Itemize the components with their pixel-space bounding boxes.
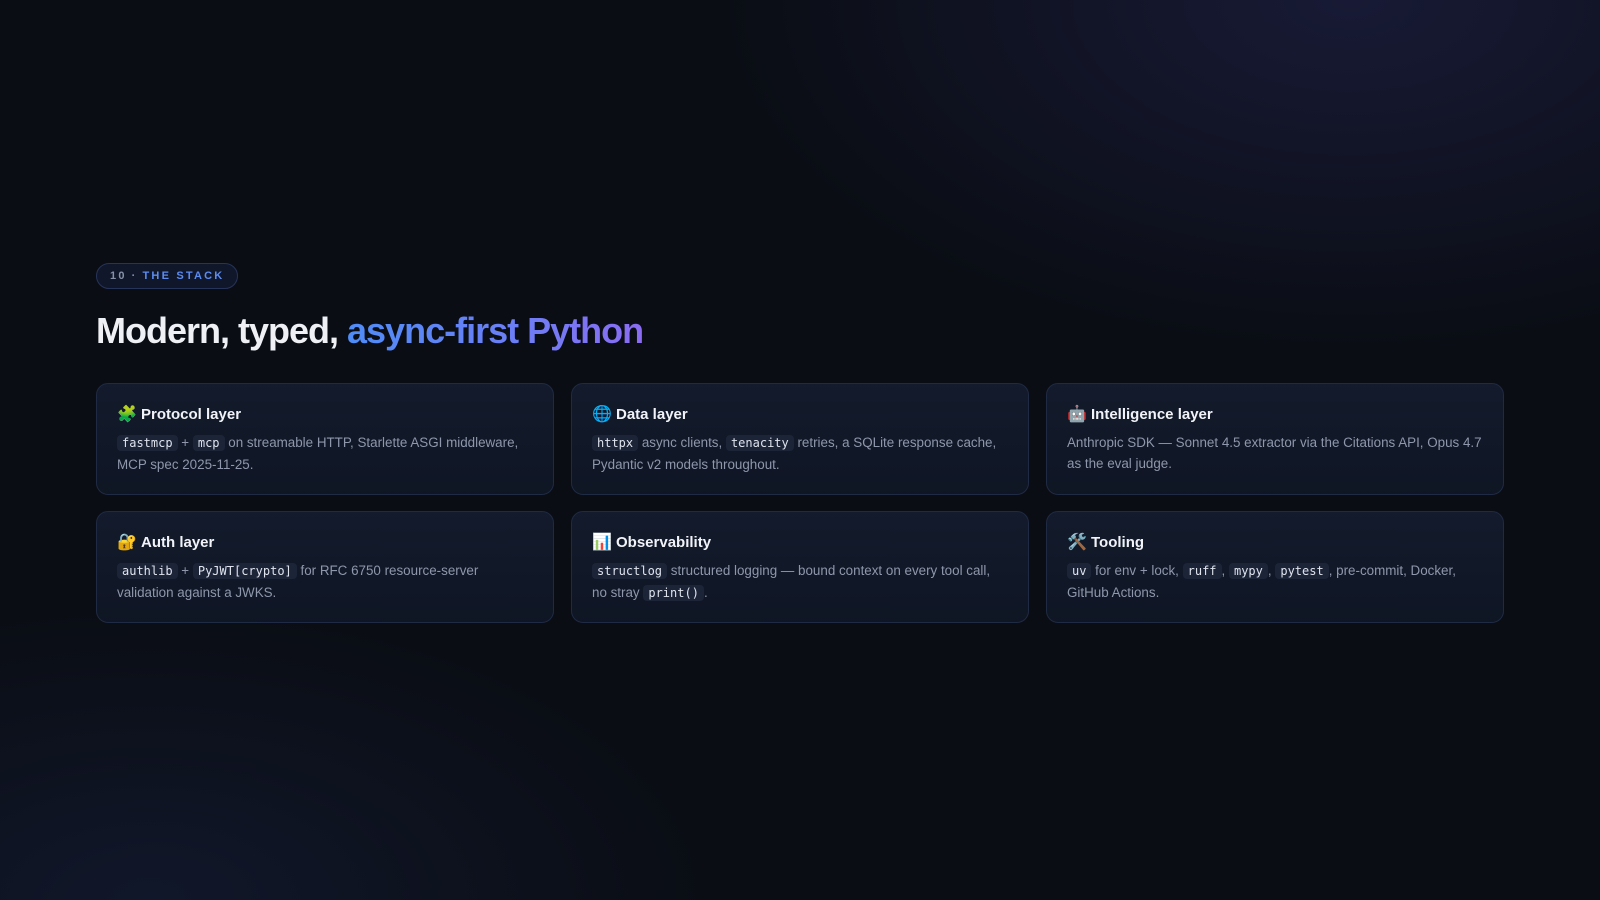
section-separator: · <box>131 270 138 282</box>
card-title: 🤖 Intelligence layer <box>1067 405 1483 425</box>
bar-chart-icon: 📊 <box>592 534 612 551</box>
description-text: . <box>703 585 708 600</box>
code-token: PyJWT[crypto] <box>192 563 297 579</box>
stack-card: 📊 Observability structlog structured loggi… <box>571 511 1029 623</box>
card-description: Anthropic SDK — Sonnet 4.5 extractor via… <box>1067 432 1483 474</box>
card-title-text: Protocol layer <box>141 406 242 423</box>
card-title: 🧩 Protocol layer <box>117 405 533 425</box>
description-text: for env + lock, <box>1091 563 1183 578</box>
lock-key-icon: 🔐 <box>117 534 137 551</box>
card-description: structlog structured logging — bound con… <box>592 560 1008 604</box>
code-token: structlog <box>592 563 668 579</box>
code-token: fastmcp <box>117 435 178 451</box>
card-description: authlib + PyJWT[crypto] for RFC 6750 res… <box>117 560 533 603</box>
card-description: httpx async clients, tenacity retries, a… <box>592 432 1008 475</box>
description-text: + <box>177 435 193 450</box>
slide: 10 · THE STACK Modern, typed, async-firs… <box>96 263 1504 623</box>
code-token: mcp <box>192 435 225 451</box>
card-title-text: Intelligence layer <box>1091 406 1213 423</box>
globe-icon: 🌐 <box>592 406 612 423</box>
code-token: ruff <box>1182 563 1222 579</box>
robot-icon: 🤖 <box>1067 406 1087 423</box>
slide-title: Modern, typed, async-first Python <box>96 309 1504 353</box>
puzzle-icon: 🧩 <box>117 406 137 423</box>
card-title-text: Observability <box>616 534 712 551</box>
code-token: pytest <box>1275 563 1329 579</box>
stack-card: 🧩 Protocol layer fastmcp + mcp on streamab… <box>96 383 554 495</box>
code-token: tenacity <box>725 435 794 451</box>
description-text: async clients, <box>638 435 726 450</box>
stack-card: 🛠️ Tooling uv for env + lock, ruff, mypy, … <box>1046 511 1504 623</box>
description-text: , <box>1221 563 1229 578</box>
card-title: 🔐 Auth layer <box>117 533 533 553</box>
description-text: Anthropic SDK — Sonnet 4.5 extractor via… <box>1067 435 1482 471</box>
card-title: 🛠️ Tooling <box>1067 533 1483 553</box>
description-text: + <box>177 563 193 578</box>
code-token: print() <box>643 585 704 601</box>
card-title-text: Data layer <box>616 406 688 423</box>
card-title-text: Tooling <box>1091 534 1145 551</box>
stack-card: 🌐 Data layer httpx async clients, tenacity… <box>571 383 1029 495</box>
stack-card: 🤖 Intelligence layer Anthropic SDK — Sonne… <box>1046 383 1504 495</box>
code-token: authlib <box>117 563 178 579</box>
code-token: mypy <box>1228 563 1268 579</box>
card-description: fastmcp + mcp on streamable HTTP, Starle… <box>117 432 533 475</box>
code-token: uv <box>1067 563 1092 579</box>
card-description: uv for env + lock, ruff, mypy, pytest, p… <box>1067 560 1483 603</box>
section-label: THE STACK <box>142 270 225 282</box>
code-token: httpx <box>592 435 639 451</box>
card-title: 📊 Observability <box>592 533 1008 553</box>
tools-icon: 🛠️ <box>1067 534 1087 551</box>
section-number: 10 <box>110 270 127 282</box>
title-accent: async-first Python <box>347 310 644 351</box>
stack-card-grid: 🧩 Protocol layer fastmcp + mcp on streamab… <box>96 383 1504 623</box>
stack-card: 🔐 Auth layer authlib + PyJWT[crypto] for R… <box>96 511 554 623</box>
title-plain: Modern, typed, <box>96 310 348 351</box>
card-title-text: Auth layer <box>141 534 215 551</box>
section-badge: 10 · THE STACK <box>96 263 239 289</box>
card-title: 🌐 Data layer <box>592 405 1008 425</box>
